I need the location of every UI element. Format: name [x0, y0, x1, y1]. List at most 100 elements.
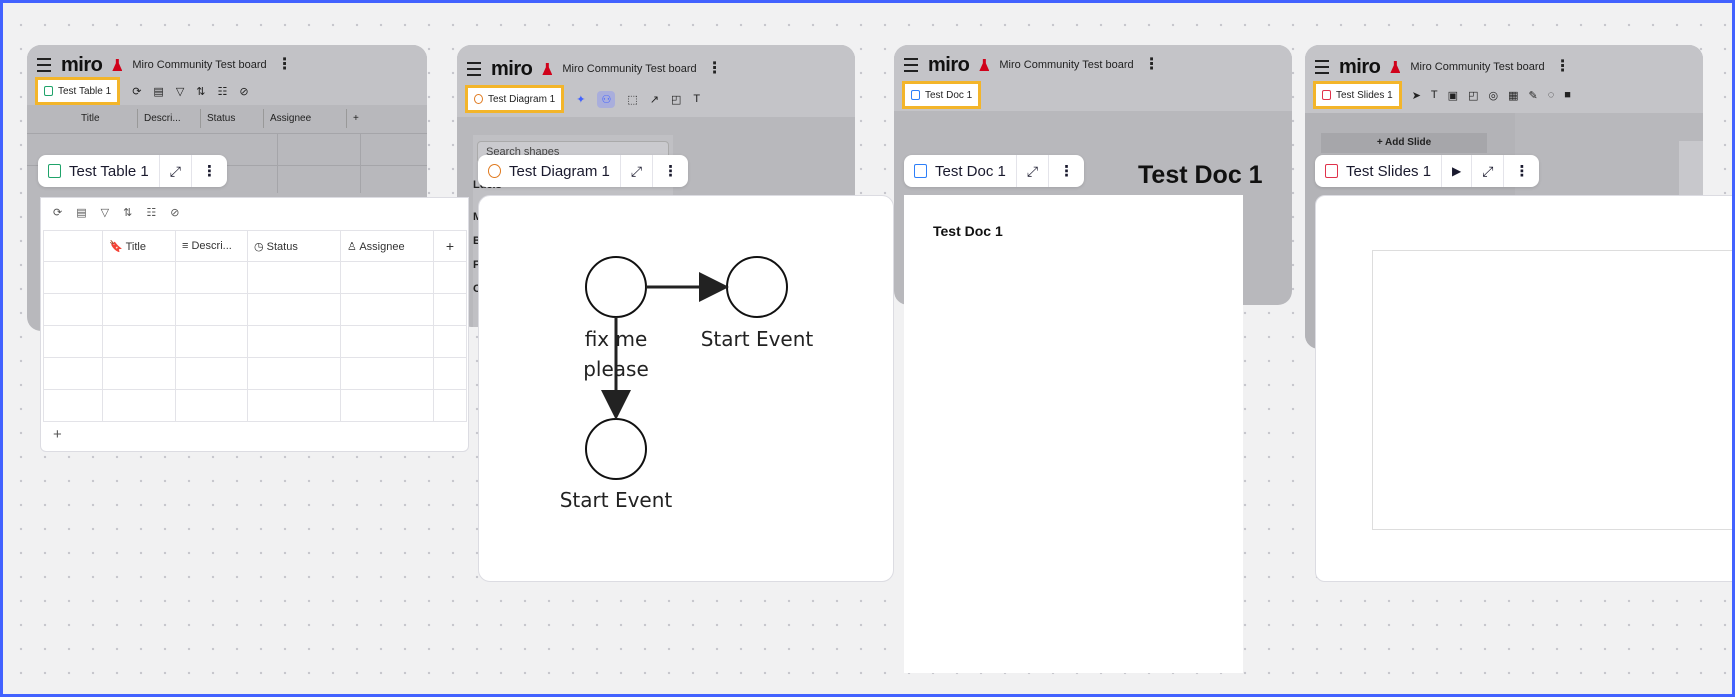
col-status[interactable]: ◷ Status [247, 230, 341, 262]
more-icon[interactable]: ⋮ [1144, 57, 1160, 73]
tab-test-slides[interactable]: Test Slides 1 [1313, 81, 1402, 109]
expand-icon[interactable]: ⤢ [1472, 155, 1505, 187]
col-status[interactable]: Status [201, 109, 264, 128]
slide-frame [1372, 250, 1732, 530]
col-assignee[interactable]: ♙ Assignee [340, 230, 434, 262]
more-icon[interactable]: ⋮ [707, 61, 723, 77]
col-title[interactable]: 🔖 Title [102, 230, 176, 262]
board-name[interactable]: Miro Community Test board [1410, 61, 1544, 73]
col-title[interactable]: Title [75, 109, 138, 128]
tab-test-doc[interactable]: Test Doc 1 [902, 81, 982, 109]
expand-icon[interactable]: ⤢ [621, 155, 654, 187]
table-panel-toolbar: ⟳ ▤ ▽ ⇅ ☷ ⊘ [53, 206, 179, 219]
doc-panel[interactable]: Test Doc 1 [904, 195, 1243, 673]
node-label-3: Start Event [560, 488, 673, 512]
expand-icon[interactable]: ⤢ [1017, 155, 1050, 187]
filter-icon[interactable]: ▽ [176, 85, 184, 98]
col-assignee[interactable]: Assignee [264, 109, 347, 128]
add-row-button[interactable]: + [53, 426, 62, 443]
board-name[interactable]: Miro Community Test board [562, 63, 696, 75]
table-row[interactable] [43, 357, 467, 390]
magic-icon[interactable]: ✦ [576, 93, 585, 106]
layout-icon[interactable]: ▤ [153, 85, 163, 98]
palette-icon[interactable]: ◎ [1488, 89, 1498, 102]
layout-icon[interactable]: ▤ [76, 206, 86, 219]
hide-icon[interactable]: ⊘ [239, 85, 248, 98]
board-name[interactable]: Miro Community Test board [999, 59, 1133, 71]
miro-logo: miro [491, 57, 533, 80]
diagram-title-segment[interactable]: Test Diagram 1 [478, 155, 621, 187]
flask-icon [112, 59, 123, 71]
table-toolbar: Test Table 1 ⟳ ▤ ▽ ⇅ ☷ ⊘ [35, 77, 249, 105]
col-description[interactable]: ≡ Descri... [175, 230, 248, 262]
table-title-segment[interactable]: Test Table 1 [38, 155, 160, 187]
qr-icon[interactable]: ▦ [1508, 89, 1518, 102]
menu-icon[interactable] [467, 62, 481, 76]
group-icon[interactable]: ☷ [146, 206, 156, 219]
filter-icon[interactable]: ▽ [101, 206, 109, 219]
more-icon[interactable]: ⋮ [277, 57, 293, 73]
more-options-icon[interactable]: ⋮ [1504, 155, 1539, 187]
table-row[interactable] [43, 293, 467, 326]
sync-icon[interactable]: ⟳ [132, 85, 141, 98]
node-circle-2[interactable] [726, 256, 788, 318]
node-label-2: Start Event [701, 327, 814, 351]
expand-icon[interactable]: ⤢ [160, 155, 192, 187]
tab-test-table[interactable]: Test Table 1 [35, 77, 121, 105]
select-icon[interactable]: ➤ [1412, 89, 1421, 102]
doc-title-segment[interactable]: Test Doc 1 [904, 155, 1017, 187]
tab-test-diagram[interactable]: Test Diagram 1 [465, 85, 565, 113]
frame-icon[interactable]: ⬚ [627, 93, 637, 106]
slides-toolbar: Test Slides 1 ➤ T ▣ ◰ ◎ ▦ ✎ ◌ ■ [1313, 81, 1571, 109]
table-panel[interactable]: ⟳ ▤ ▽ ⇅ ☷ ⊘ 🔖 Title ≡ Descri... ◷ Status… [40, 197, 469, 452]
table-row[interactable] [43, 389, 467, 422]
node-circle-1[interactable] [585, 256, 647, 318]
table-row[interactable] [43, 261, 467, 294]
sort-icon[interactable]: ⇅ [123, 206, 132, 219]
more-icon[interactable]: ⋮ [1555, 59, 1571, 75]
menu-icon[interactable] [37, 58, 51, 72]
slides-panel[interactable] [1315, 195, 1732, 582]
slides-title-bar: Test Slides 1 ▶ ⤢ ⋮ [1315, 155, 1540, 187]
sort-icon[interactable]: ⇅ [196, 85, 205, 98]
sticky-note-icon[interactable]: ◰ [671, 93, 681, 106]
menu-icon[interactable] [904, 58, 918, 72]
image-icon[interactable]: ▣ [1448, 89, 1458, 102]
comment-icon[interactable]: ◌ [1548, 89, 1555, 101]
slides-icon [1322, 90, 1331, 100]
node-label-1b: please [583, 357, 649, 381]
plus-square-icon[interactable]: ■ [1564, 89, 1571, 101]
col-description[interactable]: Descri... [138, 109, 201, 128]
add-slide-button[interactable]: + Add Slide [1321, 133, 1487, 153]
more-options-icon[interactable]: ⋮ [192, 155, 227, 187]
more-options-icon[interactable]: ⋮ [1049, 155, 1084, 187]
play-icon[interactable]: ▶ [1442, 155, 1473, 187]
node-circle-3[interactable] [585, 418, 647, 480]
text-icon[interactable]: T [693, 93, 700, 105]
add-column-button[interactable]: + [347, 109, 409, 128]
tab-label: Test Diagram 1 [488, 93, 556, 105]
board-name[interactable]: Miro Community Test board [132, 59, 266, 71]
hide-icon[interactable]: ⊘ [170, 206, 179, 219]
text-icon[interactable]: T [1431, 89, 1438, 101]
table-row[interactable] [43, 325, 467, 358]
table-icon [48, 164, 61, 178]
shapes-icon[interactable]: ⚇ [597, 90, 616, 108]
pen-icon[interactable]: ✎ [1528, 89, 1537, 102]
slides-icon [1325, 164, 1338, 178]
grid-line [360, 133, 361, 193]
more-options-icon[interactable]: ⋮ [653, 155, 688, 187]
miro-logo: miro [61, 53, 103, 76]
group-icon[interactable]: ☷ [218, 85, 228, 98]
slides-title-segment[interactable]: Test Slides 1 [1315, 155, 1443, 187]
diagram-panel[interactable]: fix me please Start Event Start Event [478, 195, 894, 582]
sync-icon[interactable]: ⟳ [53, 206, 62, 219]
board-canvas[interactable]: miro Miro Community Test board ⋮ Test Ta… [0, 0, 1735, 697]
add-column-button[interactable]: + [433, 230, 467, 262]
menu-icon[interactable] [1315, 60, 1329, 74]
flask-icon [542, 63, 553, 75]
tab-label: Test Slides 1 [1336, 89, 1393, 101]
connector-icon[interactable]: ↗ [650, 93, 659, 106]
sticky-note-icon[interactable]: ◰ [1468, 89, 1478, 102]
diagram-icon [488, 164, 501, 178]
